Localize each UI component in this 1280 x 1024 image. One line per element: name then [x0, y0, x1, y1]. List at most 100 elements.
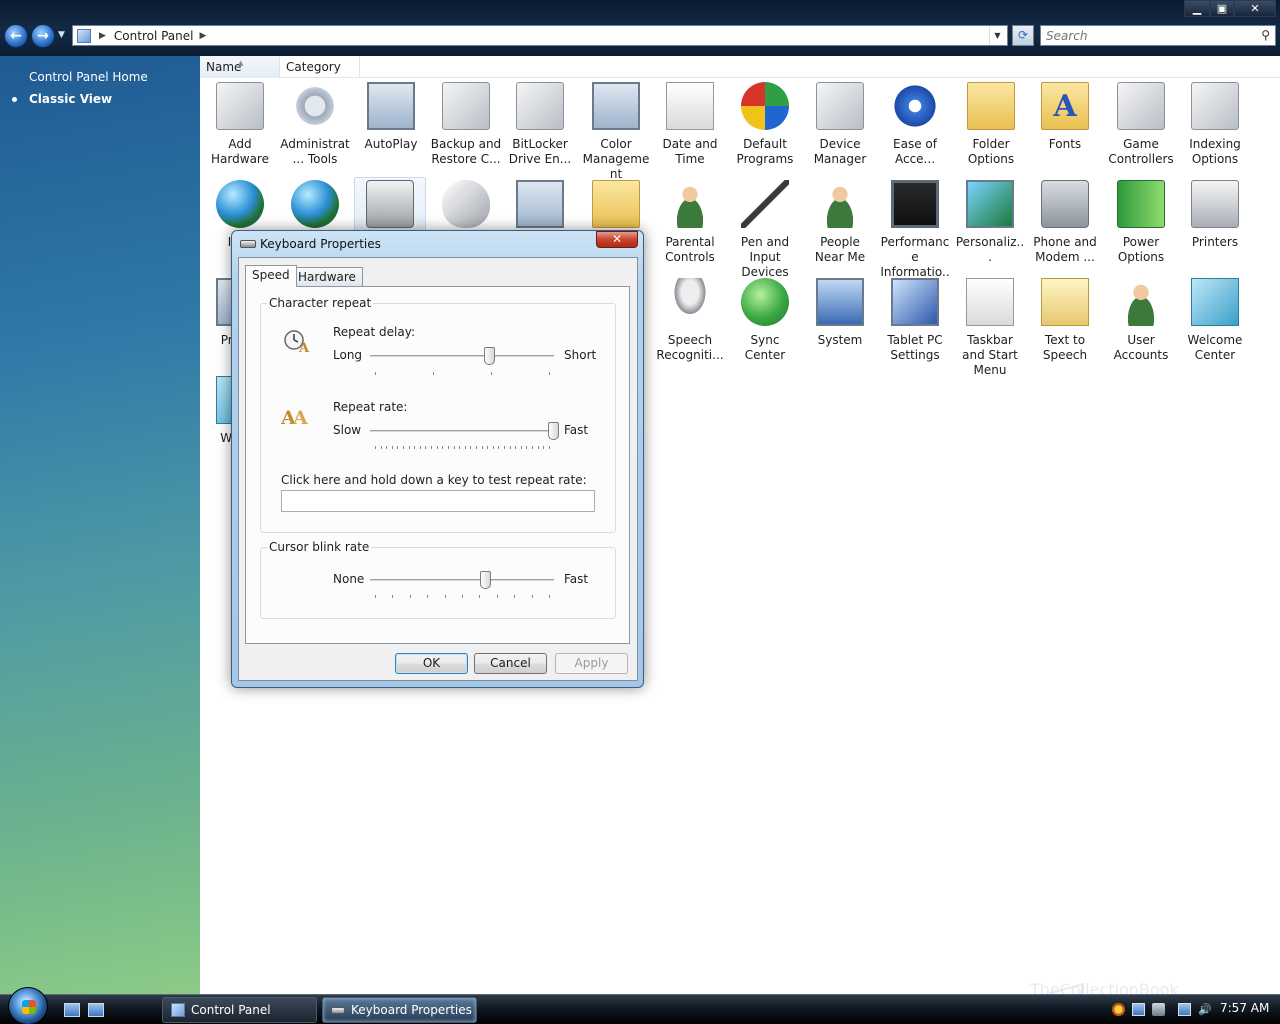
- security-alert-icon[interactable]: [1112, 1003, 1125, 1016]
- maximize-button[interactable]: ▣: [1210, 0, 1234, 17]
- item-sync-center[interactable]: Sync Center: [729, 276, 801, 363]
- keyboard-icon: [240, 240, 256, 248]
- item-label: Sync Center: [744, 333, 786, 362]
- repeat-delay-icon: A: [281, 326, 313, 356]
- repeat-rate-thumb[interactable]: [548, 422, 559, 440]
- control-panel-icon: [77, 28, 91, 43]
- dialog-body: Speed Hardware Character repeat A Repeat…: [238, 257, 638, 681]
- display-icon[interactable]: [1132, 1003, 1145, 1016]
- search-icon[interactable]: ⚲: [1261, 28, 1270, 42]
- character-repeat-title: Character repeat: [267, 296, 374, 310]
- ok-button[interactable]: OK: [395, 653, 468, 674]
- column-header-name[interactable]: Name ▲: [200, 56, 280, 78]
- network-globe-icon: [291, 180, 339, 228]
- item-speech-recognition[interactable]: Speech Recogniti...: [654, 276, 726, 363]
- item-default-programs[interactable]: Default Programs: [729, 80, 801, 167]
- item-user-accounts[interactable]: User Accounts: [1105, 276, 1177, 363]
- taskbar-button-control-panel[interactable]: Control Panel: [162, 997, 317, 1023]
- repeat-rate-ticks: [375, 446, 550, 450]
- item-administrative-tools[interactable]: Administrat... Tools: [279, 80, 351, 167]
- address-dropdown-icon[interactable]: ▼: [989, 26, 1005, 45]
- item-label: People Near Me: [814, 235, 866, 264]
- forward-button[interactable]: →: [31, 24, 55, 48]
- start-button[interactable]: [8, 987, 48, 1024]
- search-input[interactable]: [1041, 28, 1241, 43]
- item-personalization[interactable]: Personaliz...: [954, 178, 1026, 265]
- item-color-management[interactable]: Color Management: [580, 80, 652, 182]
- volume-icon[interactable]: 🔊: [1198, 1003, 1212, 1016]
- dialog-close-button[interactable]: ✕: [596, 231, 638, 248]
- item-system[interactable]: System: [804, 276, 876, 348]
- item-taskbar-start[interactable]: Taskbar and Start Menu: [954, 276, 1026, 378]
- item-label: Ease of Acce...: [893, 137, 937, 166]
- speed-tab-panel: Character repeat A Repeat delay: Long Sh…: [245, 286, 630, 644]
- test-repeat-input[interactable]: [281, 490, 595, 512]
- repeat-rate-slider[interactable]: [370, 430, 554, 432]
- internet-options-icon: [216, 180, 264, 228]
- address-bar[interactable]: ▶ Control Panel ▶ ▼: [72, 25, 1008, 46]
- switch-windows-icon[interactable]: [88, 1003, 104, 1017]
- item-label: Pen and Input Devices: [740, 235, 790, 279]
- item-add-hardware[interactable]: Add Hardware: [204, 80, 276, 167]
- phone-modem-icon: [1041, 180, 1089, 228]
- item-label: Indexing Options: [1189, 137, 1241, 166]
- show-desktop-icon[interactable]: [64, 1003, 80, 1017]
- item-network-sharing[interactable]: [504, 178, 576, 235]
- defender-icon[interactable]: [1152, 1003, 1165, 1016]
- repeat-rate-max-label: Fast: [564, 423, 589, 437]
- item-pen-input[interactable]: Pen and Input Devices: [729, 178, 801, 280]
- search-box[interactable]: ⚲: [1040, 25, 1276, 46]
- item-indexing-options[interactable]: Indexing Options: [1179, 80, 1251, 167]
- ease-of-access-icon: [891, 82, 939, 130]
- column-header-category[interactable]: Category: [280, 56, 360, 78]
- item-device-manager[interactable]: Device Manager: [804, 80, 876, 167]
- item-network-globe[interactable]: [279, 178, 351, 235]
- item-power-options[interactable]: Power Options: [1105, 178, 1177, 265]
- cursor-blink-thumb[interactable]: [479, 571, 491, 589]
- minimize-button[interactable]: ▁: [1184, 0, 1210, 17]
- item-game-controllers[interactable]: Game Controllers: [1105, 80, 1177, 167]
- item-keyboard[interactable]: [354, 177, 426, 235]
- item-fonts[interactable]: A Fonts: [1029, 80, 1101, 152]
- bullet-icon: [12, 97, 17, 102]
- item-ease-of-access[interactable]: Ease of Acce...: [879, 80, 951, 167]
- taskbar-button-keyboard-properties[interactable]: Keyboard Properties: [322, 997, 477, 1023]
- repeat-delay-thumb[interactable]: [483, 347, 495, 365]
- item-label: Personaliz...: [955, 235, 1025, 264]
- breadcrumb-control-panel[interactable]: Control Panel: [114, 29, 194, 43]
- item-people-near-me[interactable]: People Near Me: [804, 178, 876, 265]
- item-offline-files[interactable]: [580, 178, 652, 235]
- item-folder-options[interactable]: Folder Options: [955, 80, 1027, 167]
- cursor-blink-slider[interactable]: [370, 579, 554, 581]
- windows-logo-icon: [22, 1000, 36, 1014]
- tab-speed[interactable]: Speed: [245, 265, 297, 287]
- item-autoplay[interactable]: AutoPlay: [355, 80, 427, 152]
- breadcrumb-arrow-icon[interactable]: ▶: [200, 31, 207, 41]
- control-panel-home-link[interactable]: Control Panel Home: [29, 70, 148, 84]
- clock[interactable]: 7:57 AM: [1220, 1001, 1269, 1015]
- item-label: Game Controllers: [1108, 137, 1174, 166]
- item-label: Fonts: [1048, 137, 1082, 151]
- item-phone-modem[interactable]: Phone and Modem ...: [1029, 178, 1101, 265]
- breadcrumb-arrow-icon[interactable]: ▶: [99, 31, 106, 41]
- item-mouse[interactable]: [430, 178, 502, 235]
- classic-view-link[interactable]: Classic View: [29, 92, 112, 106]
- item-date-time[interactable]: Date and Time: [654, 80, 726, 167]
- back-button[interactable]: ←: [4, 24, 28, 48]
- item-printers[interactable]: Printers: [1179, 178, 1251, 250]
- refresh-button[interactable]: ⟳: [1012, 25, 1034, 46]
- item-backup-restore[interactable]: Backup and Restore C...: [430, 80, 502, 167]
- item-bitlocker[interactable]: BitLocker Drive En...: [504, 80, 576, 167]
- item-welcome-center[interactable]: Welcome Center: [1179, 276, 1251, 363]
- repeat-delay-slider[interactable]: [370, 355, 554, 357]
- dialog-title: Keyboard Properties: [260, 237, 381, 251]
- cancel-button[interactable]: Cancel: [474, 653, 547, 674]
- recent-pages-dropdown[interactable]: ▼: [58, 30, 65, 40]
- item-parental-controls[interactable]: Parental Controls: [654, 178, 726, 265]
- close-button[interactable]: ✕: [1234, 0, 1276, 17]
- apply-button[interactable]: Apply: [555, 653, 628, 674]
- item-text-to-speech[interactable]: Text to Speech: [1029, 276, 1101, 363]
- item-tablet-pc[interactable]: Tablet PC Settings: [879, 276, 951, 363]
- tab-hardware[interactable]: Hardware: [291, 267, 363, 287]
- network-icon[interactable]: [1178, 1003, 1191, 1016]
